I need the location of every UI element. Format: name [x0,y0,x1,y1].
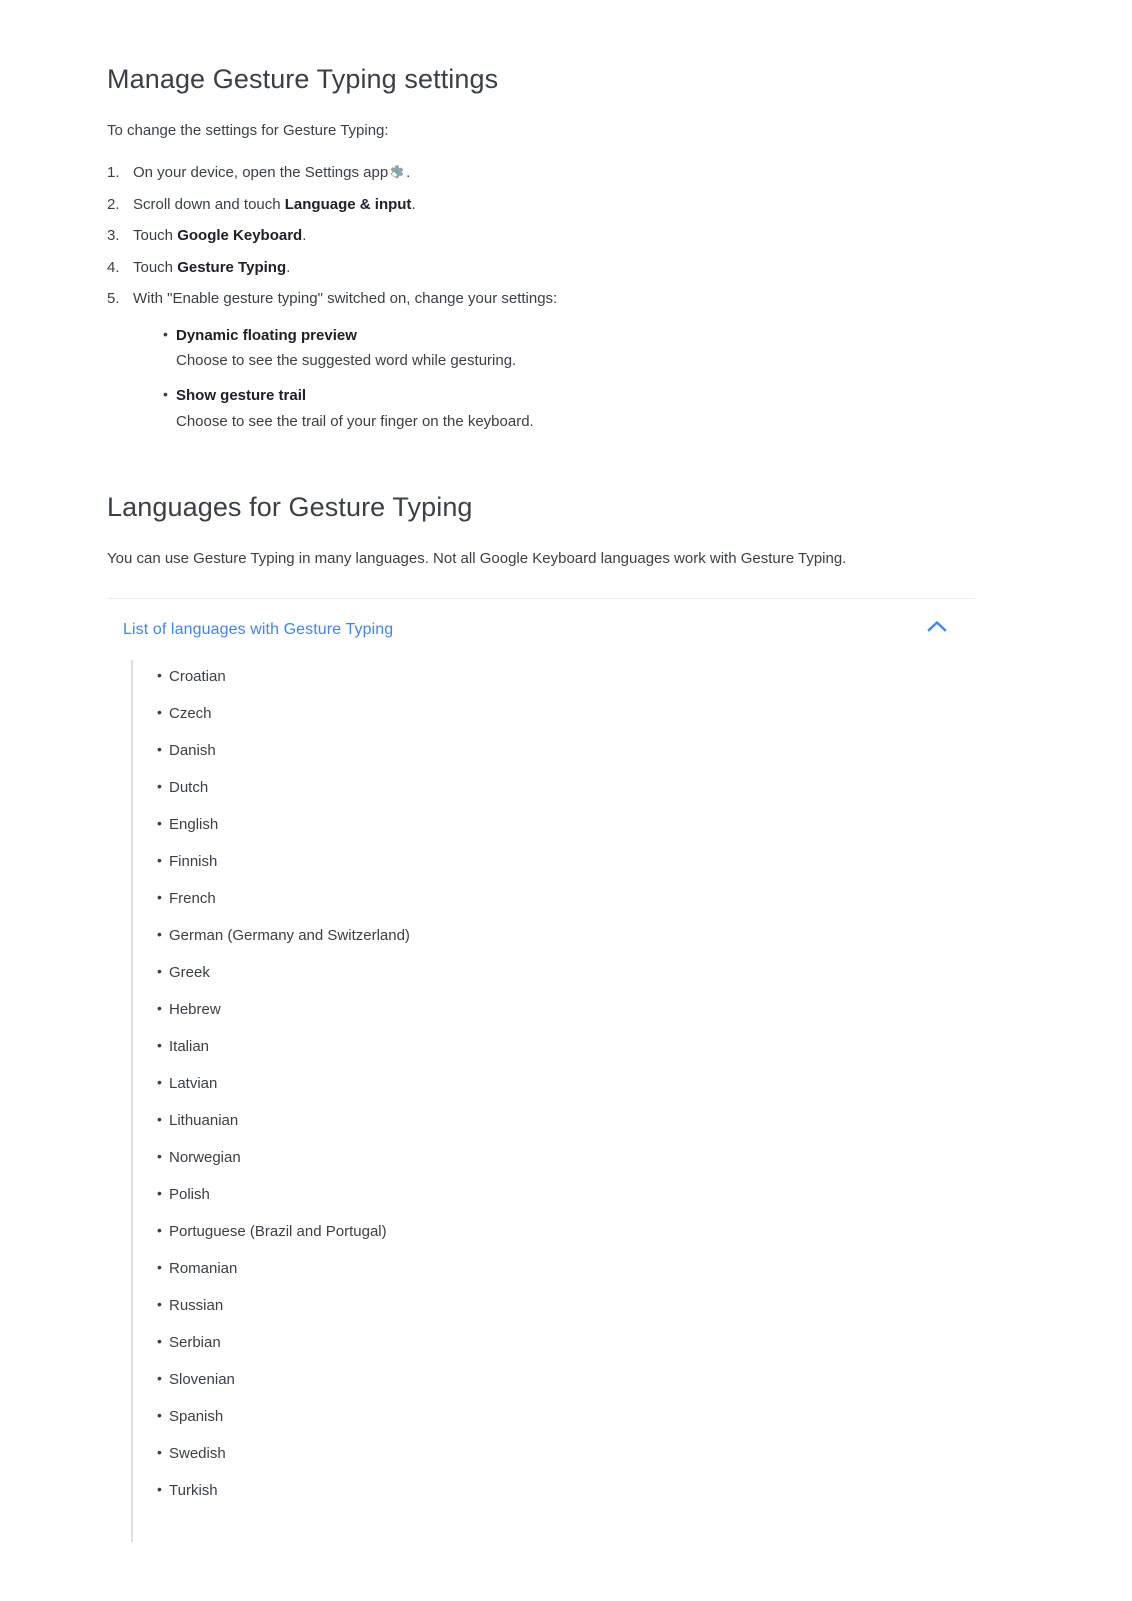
step-4-text: Touch [133,258,178,276]
step-1-text: On your device, open the Settings app [133,164,389,182]
substep-2-description: Choose to see the trail of your finger o… [176,412,534,430]
list-item: Croatian [157,665,975,689]
step-item-3: Touch Google Keyboard. [107,225,987,248]
step-3-text: Touch [133,227,178,245]
step-2-text-tail: . [411,195,416,213]
list-item: Hebrew [157,998,975,1022]
languages-section-intro: You can use Gesture Typing in many langu… [107,549,847,567]
step-4-text-tail: . [286,258,291,276]
list-item: Norwegian [157,1146,975,1170]
list-item: Italian [157,1035,975,1059]
section1-intro: To change the settings for Gesture Typin… [107,122,389,140]
step-3-text-tail: . [302,227,307,245]
step-item-5: With "Enable gesture typing" switched on… [107,288,987,434]
list-item: Slovenian [157,1368,975,1392]
list-item: Russian [157,1294,975,1318]
list-item: Spanish [157,1405,975,1429]
list-item: Dutch [157,776,975,800]
article-content: Manage Gesture Typing settings To change… [107,62,987,1543]
chevron-up-icon[interactable] [926,619,948,633]
support-article-page: Manage Gesture Typing settings To change… [0,0,1132,1601]
list-item: Lithuanian [157,1109,975,1133]
expander-toggle-button[interactable]: List of languages with Gesture Typing [107,599,975,659]
languages-list: Croatian Czech Danish Dutch English Finn… [133,665,975,1503]
step-5-text: With "Enable gesture typing" switched on… [133,290,558,308]
expander-title-link[interactable]: List of languages with Gesture Typing [123,621,393,638]
list-item: Portuguese (Brazil and Portugal) [157,1220,975,1244]
substep-1-title: Dynamic floating preview [176,326,357,344]
substeps-list: Dynamic floating preview Choose to see t… [133,324,987,434]
substep-1-description: Choose to see the suggested word while g… [176,352,517,370]
languages-section: Languages for Gesture Typing You can use… [107,490,987,1543]
step-3-bold: Google Keyboard [177,227,303,245]
step-2-bold: Language & input [284,195,412,213]
list-item: Turkish [157,1479,975,1503]
step-item-4: Touch Gesture Typing. [107,257,987,280]
list-item: Finnish [157,850,975,874]
step-4-bold: Gesture Typing [177,258,287,276]
steps-list: On your device, open the Settings app. S… [107,162,987,434]
substep-item-1: Dynamic floating preview Choose to see t… [163,324,987,374]
page-title: Manage Gesture Typing settings [107,64,499,94]
languages-expander: List of languages with Gesture Typing Cr… [107,599,975,1543]
list-item: Greek [157,961,975,985]
list-item: Serbian [157,1331,975,1355]
list-item: French [157,887,975,911]
step-1-text-tail: . [406,164,411,182]
step-item-2: Scroll down and touch Language & input. [107,194,987,217]
gear-icon [389,164,405,180]
list-item: Latvian [157,1072,975,1096]
list-item: English [157,813,975,837]
languages-section-title: Languages for Gesture Typing [107,491,473,522]
list-item: Polish [157,1183,975,1207]
list-item: German (Germany and Switzerland) [157,924,975,948]
list-item: Czech [157,702,975,726]
substep-2-title: Show gesture trail [176,387,307,405]
list-item: Danish [157,739,975,763]
step-2-text: Scroll down and touch [133,195,285,213]
step-item-1: On your device, open the Settings app. [107,162,987,185]
list-item: Swedish [157,1442,975,1466]
substep-item-2: Show gesture trail Choose to see the tra… [163,384,987,434]
languages-panel: Croatian Czech Danish Dutch English Finn… [131,659,975,1543]
list-item: Romanian [157,1257,975,1281]
